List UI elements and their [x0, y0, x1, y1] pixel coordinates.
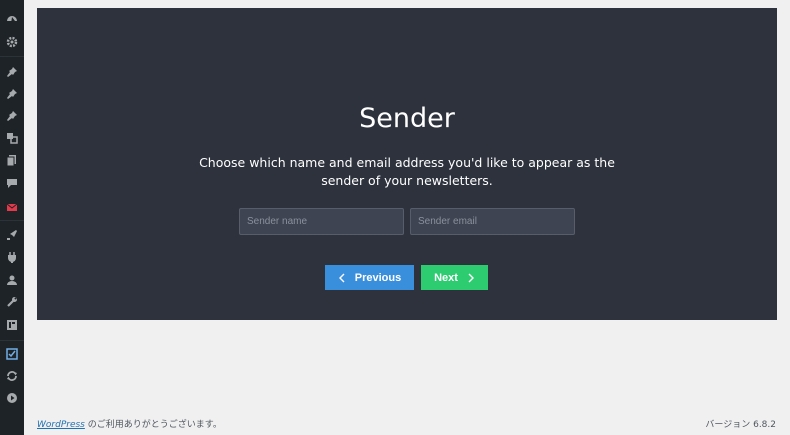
checklist-icon[interactable]: [5, 347, 19, 361]
users-icon[interactable]: [5, 273, 19, 287]
admin-sidebar: [0, 0, 24, 435]
plugins-icon[interactable]: [5, 250, 19, 264]
pin-icon[interactable]: [5, 65, 19, 79]
sender-description: Choose which name and email address you'…: [199, 155, 615, 188]
tools-icon[interactable]: [5, 295, 19, 309]
next-button-label: Next: [434, 271, 458, 284]
wordpress-link[interactable]: WordPress: [37, 420, 85, 430]
mail-icon[interactable]: [5, 200, 19, 214]
settings-icon[interactable]: [5, 35, 19, 49]
footer-thanks-text: のご利用ありがとうございます。: [84, 420, 222, 430]
comments-icon[interactable]: [5, 176, 19, 190]
chevron-left-icon: [338, 273, 345, 282]
sender-wizard-panel: Sender Choose which name and email addre…: [37, 8, 777, 320]
play-icon[interactable]: [5, 391, 19, 405]
footer-thanks: WordPress のご利用ありがとうございます。: [37, 417, 222, 430]
pin-icon[interactable]: [5, 87, 19, 101]
footer-version: バージョン 6.8.2: [705, 420, 776, 430]
next-button[interactable]: Next: [421, 265, 488, 290]
appearance-icon[interactable]: [5, 228, 19, 242]
previous-button-label: Previous: [354, 271, 402, 284]
media-icon[interactable]: [5, 131, 19, 145]
pages-icon[interactable]: [5, 153, 19, 167]
chevron-right-icon: [468, 273, 474, 282]
pin-icon[interactable]: [5, 109, 19, 123]
page-title: Sender: [359, 103, 455, 134]
sender-email-input[interactable]: [410, 208, 575, 235]
sender-name-input[interactable]: [239, 208, 404, 235]
settings-panel-icon[interactable]: [5, 318, 19, 332]
sync-icon[interactable]: [5, 369, 19, 383]
previous-button[interactable]: Previous: [325, 265, 414, 290]
dashboard-icon[interactable]: [5, 11, 19, 25]
